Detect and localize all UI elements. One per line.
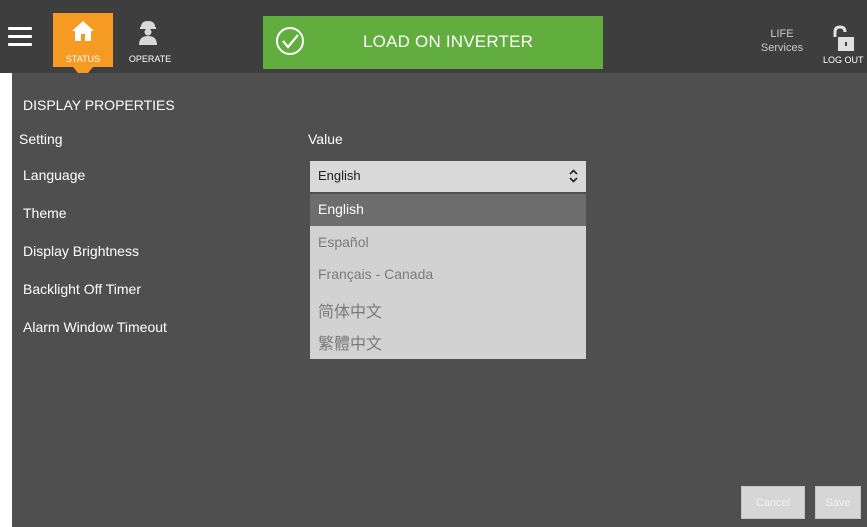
home-icon xyxy=(72,21,94,41)
display-properties-panel: DISPLAY PROPERTIES Setting Value Languag… xyxy=(12,73,867,527)
option-label: English xyxy=(318,201,364,217)
value-column-header: Value xyxy=(308,131,343,147)
life-services-link[interactable]: LIFE Services xyxy=(754,27,810,55)
section-title: DISPLAY PROPERTIES xyxy=(23,97,175,113)
cancel-button[interactable]: Cancel xyxy=(741,486,805,519)
option-label: Español xyxy=(318,234,369,250)
check-circle-icon xyxy=(276,27,304,55)
language-option-simplified-chinese[interactable]: 简体中文 xyxy=(310,293,586,325)
option-label: 简体中文 xyxy=(318,302,383,321)
language-selected-value: English xyxy=(318,168,361,183)
language-option-francais-canada[interactable]: Français - Canada xyxy=(310,259,586,291)
banner-text: LOAD ON INVERTER xyxy=(363,32,534,51)
top-bar: STATUS OPERATE LOAD ON INVERTER LIFE Ser… xyxy=(0,0,867,79)
padlock-open-icon xyxy=(833,25,854,51)
nav-operate-button[interactable]: OPERATE xyxy=(120,13,180,67)
setting-column-header: Setting xyxy=(19,131,63,147)
setting-label-backlight-off-timer: Backlight Off Timer xyxy=(23,281,142,297)
setting-label-display-brightness: Display Brightness xyxy=(23,243,139,259)
nav-operate-label: OPERATE xyxy=(128,54,172,64)
nav-status-label: STATUS xyxy=(65,54,101,64)
language-option-english[interactable]: English xyxy=(310,194,586,226)
save-button[interactable]: Save xyxy=(815,486,861,519)
setting-label-language: Language xyxy=(23,167,86,183)
hamburger-menu-icon[interactable] xyxy=(8,27,32,47)
logout-label: LOG OUT xyxy=(823,55,864,65)
nav-status-button[interactable]: STATUS xyxy=(53,13,113,79)
operator-icon xyxy=(139,21,157,45)
language-select[interactable]: English xyxy=(310,161,586,192)
logout-button[interactable]: LOG OUT xyxy=(820,25,867,69)
up-down-chevron-icon xyxy=(569,169,578,183)
language-option-traditional-chinese[interactable]: 繁體中文 xyxy=(310,325,586,357)
language-option-espanol[interactable]: Español xyxy=(310,227,586,259)
setting-label-alarm-window-timeout: Alarm Window Timeout xyxy=(23,319,167,335)
services-label: Services xyxy=(760,42,804,54)
option-label: Français - Canada xyxy=(318,266,434,282)
status-banner[interactable]: LOAD ON INVERTER xyxy=(263,16,603,69)
setting-label-theme: Theme xyxy=(23,205,67,221)
option-label: 繁體中文 xyxy=(318,334,383,353)
life-label: LIFE xyxy=(770,28,794,40)
language-dropdown-list: English Español Français - Canada 简体中文 繁… xyxy=(310,194,586,359)
